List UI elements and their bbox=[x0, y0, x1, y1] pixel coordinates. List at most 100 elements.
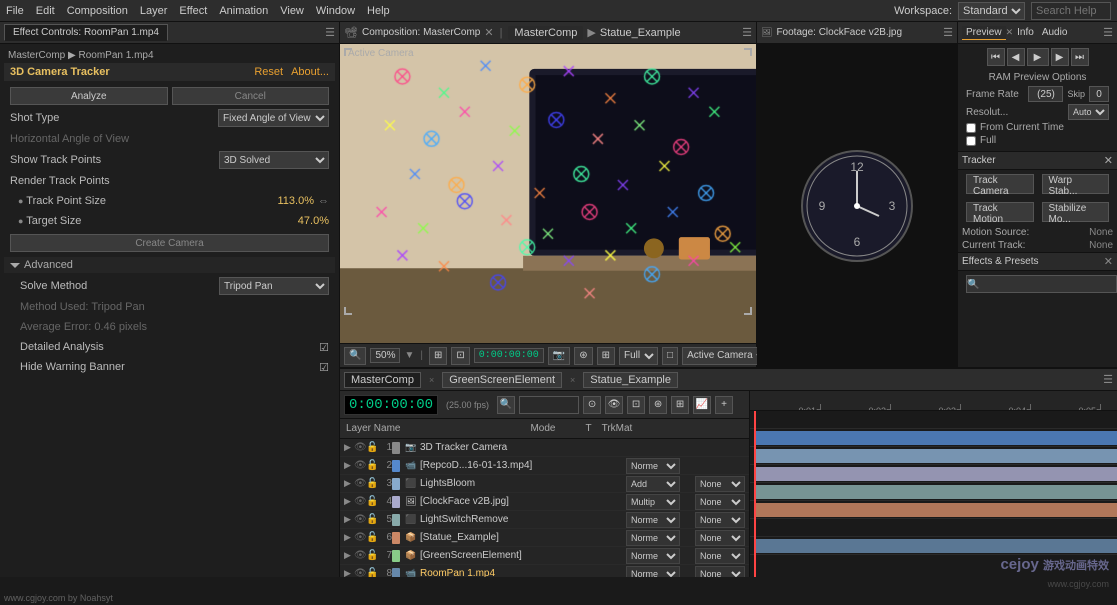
layer-visibility-icon[interactable]: 👁 bbox=[354, 550, 366, 561]
layer-lock-icon[interactable]: 🔓 bbox=[366, 550, 378, 561]
comp-zoom-value[interactable]: 50% bbox=[370, 348, 400, 363]
comp-zoom-dropdown[interactable]: ▼ bbox=[404, 350, 414, 361]
comp-zoom-btn[interactable]: 🔍 bbox=[344, 347, 366, 365]
track-bar[interactable] bbox=[754, 485, 1117, 499]
layer-row[interactable]: ▶ 👁 🔓 1 📷 3D Tracker Camera bbox=[340, 439, 749, 457]
layer-mode-select[interactable]: Norme bbox=[626, 530, 680, 546]
layer-mode-select[interactable]: Multip bbox=[626, 494, 680, 510]
create-camera-button[interactable]: Create Camera bbox=[10, 234, 329, 252]
layer-visibility-icon[interactable]: 👁 bbox=[354, 460, 366, 471]
show-track-dropdown[interactable]: 3D Solved bbox=[219, 151, 329, 169]
playhead[interactable] bbox=[754, 411, 756, 577]
layer-lock-icon[interactable]: 🔓 bbox=[366, 478, 378, 489]
layer-visibility-icon[interactable]: 👁 bbox=[354, 496, 366, 507]
advanced-section[interactable]: Advanced bbox=[4, 257, 335, 273]
timeline-graph-btn[interactable]: 📈 bbox=[693, 396, 711, 414]
track-bar[interactable] bbox=[754, 431, 1117, 445]
effects-search-input[interactable] bbox=[966, 275, 1117, 293]
timeline-frame-blend-btn[interactable]: ⊞ bbox=[671, 396, 689, 414]
layer-trkmat-select[interactable]: None bbox=[695, 476, 745, 492]
comp-fit-btn[interactable]: ⊞ bbox=[429, 347, 447, 365]
layer-name[interactable]: RoomPan 1.mp4 bbox=[420, 568, 626, 577]
detailed-checkbox[interactable]: ☑ bbox=[319, 341, 329, 354]
layer-expand-icon[interactable]: ▶ bbox=[344, 568, 354, 577]
frame-rate-input[interactable] bbox=[1028, 86, 1063, 102]
footage-viewport[interactable]: 12 3 6 9 bbox=[757, 44, 957, 367]
menu-animation[interactable]: Animation bbox=[219, 5, 268, 17]
shot-type-dropdown[interactable]: Fixed Angle of View bbox=[218, 109, 329, 127]
timeline-search-btn[interactable]: 🔍 bbox=[497, 396, 515, 414]
comp-close-icon[interactable]: ✕ bbox=[484, 26, 493, 39]
menu-edit[interactable]: Edit bbox=[36, 5, 55, 17]
layer-mode-select[interactable]: Norme bbox=[626, 458, 680, 474]
layer-trkmat-select[interactable]: None bbox=[695, 512, 745, 528]
panel-menu-icon[interactable]: ☰ bbox=[325, 26, 335, 39]
layer-lock-icon[interactable]: 🔓 bbox=[366, 514, 378, 525]
timeline-draft-btn[interactable]: ⊡ bbox=[627, 396, 645, 414]
timeline-tab-green[interactable]: GreenScreenElement bbox=[442, 372, 562, 388]
track-camera-button[interactable]: Track Camera bbox=[966, 174, 1034, 194]
comp-magnet-btn[interactable]: ⊛ bbox=[574, 347, 592, 365]
layer-visibility-icon[interactable]: 👁 bbox=[354, 532, 366, 543]
layer-expand-icon[interactable]: ▶ bbox=[344, 532, 354, 543]
menu-window[interactable]: Window bbox=[316, 5, 355, 17]
footage-menu[interactable]: ☰ bbox=[943, 26, 953, 39]
layer-visibility-icon[interactable]: 👁 bbox=[354, 478, 366, 489]
comp-menu-icon[interactable]: ☰ bbox=[742, 26, 752, 39]
track-bar[interactable] bbox=[754, 539, 1117, 553]
comp-tab-statue[interactable]: Statue_Example bbox=[600, 27, 681, 39]
layer-lock-icon[interactable]: 🔓 bbox=[366, 532, 378, 543]
search-input[interactable] bbox=[1031, 2, 1111, 20]
layer-row[interactable]: ▶ 👁 🔓 8 📹 RoomPan 1.mp4 Norme None bbox=[340, 565, 749, 577]
timeline-menu[interactable]: ☰ bbox=[1103, 373, 1113, 386]
timeline-tab-master[interactable]: MasterComp bbox=[344, 372, 421, 388]
comp-grid-btn[interactable]: ⊞ bbox=[597, 347, 615, 365]
comp-camera-icon[interactable]: 📷 bbox=[548, 347, 570, 365]
layer-visibility-icon[interactable]: 👁 bbox=[354, 442, 366, 453]
track-bar[interactable] bbox=[754, 503, 1117, 517]
menu-composition[interactable]: Composition bbox=[67, 5, 128, 17]
layer-name[interactable]: [Statue_Example] bbox=[420, 532, 626, 543]
layer-row[interactable]: ▶ 👁 🔓 4 🖼 [ClockFace v2B.jpg] Multip Non… bbox=[340, 493, 749, 511]
workspace-dropdown[interactable]: Standard bbox=[958, 2, 1025, 20]
comp-mask-btn[interactable]: □ bbox=[662, 347, 678, 365]
target-size-value[interactable]: 47.0% bbox=[298, 215, 329, 227]
layer-expand-icon[interactable]: ▶ bbox=[344, 514, 354, 525]
hide-warning-checkbox[interactable]: ☑ bbox=[319, 361, 329, 374]
layer-expand-icon[interactable]: ▶ bbox=[344, 442, 354, 453]
layer-row[interactable]: ▶ 👁 🔓 7 📦 [GreenScreenElement] Norme Non… bbox=[340, 547, 749, 565]
cancel-button[interactable]: Cancel bbox=[172, 87, 330, 105]
timeline-motion-blur-btn[interactable]: ⊛ bbox=[649, 396, 667, 414]
timeline-add-btn[interactable]: + bbox=[715, 396, 733, 414]
layer-mode-select[interactable]: Norme bbox=[626, 566, 680, 578]
layer-trkmat-select[interactable]: None bbox=[695, 494, 745, 510]
menu-help[interactable]: Help bbox=[367, 5, 390, 17]
track-size-value[interactable]: 113.0% bbox=[278, 195, 315, 207]
layer-expand-icon[interactable]: ▶ bbox=[344, 478, 354, 489]
layer-lock-icon[interactable]: 🔓 bbox=[366, 442, 378, 453]
layer-name[interactable]: 3D Tracker Camera bbox=[420, 442, 626, 453]
comp-tab-master[interactable]: MasterComp bbox=[508, 26, 583, 40]
comp-resolution-dropdown[interactable]: Full bbox=[619, 347, 658, 365]
layer-name[interactable]: [ClockFace v2B.jpg] bbox=[420, 496, 626, 507]
layer-lock-icon[interactable]: 🔓 bbox=[366, 496, 378, 507]
comp-pixel-btn[interactable]: ⊡ bbox=[451, 347, 469, 365]
layer-trkmat-select[interactable]: None bbox=[695, 566, 745, 578]
layer-visibility-icon[interactable]: 👁 bbox=[354, 514, 366, 525]
timeline-tab-statue[interactable]: Statue_Example bbox=[583, 372, 678, 388]
tracker-close-icon[interactable]: ✕ bbox=[1104, 154, 1113, 167]
stabilize-button[interactable]: Stabilize Mo... bbox=[1042, 202, 1110, 222]
effect-controls-tab[interactable]: Effect Controls: RoomPan 1.mp4 bbox=[4, 24, 168, 41]
track-bar[interactable] bbox=[754, 449, 1117, 463]
layer-visibility-icon[interactable]: 👁 bbox=[354, 568, 366, 577]
track-bar[interactable] bbox=[754, 467, 1117, 481]
full-checkbox[interactable] bbox=[966, 136, 976, 146]
layer-name[interactable]: [GreenScreenElement] bbox=[420, 550, 626, 561]
last-frame-button[interactable]: ⏭ bbox=[1071, 48, 1089, 66]
layer-trkmat-select[interactable]: None bbox=[695, 548, 745, 564]
layer-lock-icon[interactable]: 🔓 bbox=[366, 568, 378, 577]
first-frame-button[interactable]: ⏮ bbox=[987, 48, 1005, 66]
layer-mode-select[interactable]: Norme bbox=[626, 548, 680, 564]
layer-name[interactable]: LightSwitchRemove bbox=[420, 514, 626, 525]
analyze-button[interactable]: Analyze bbox=[10, 87, 168, 105]
